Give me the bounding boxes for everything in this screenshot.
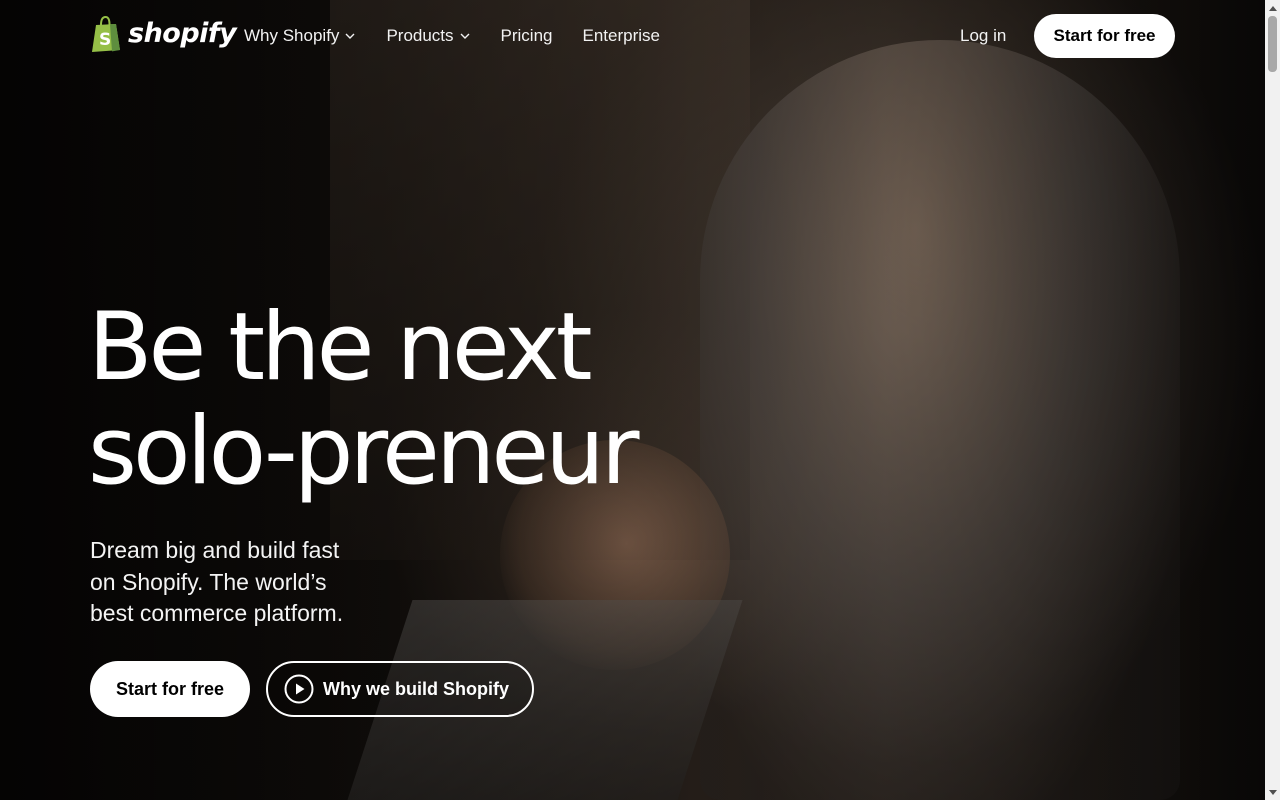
page-viewport: S shopify Why Shopify Products Pricing E… xyxy=(0,0,1265,800)
main-nav: Why Shopify Products Pricing Enterprise xyxy=(244,22,660,50)
nav-pricing[interactable]: Pricing xyxy=(501,22,553,50)
hero-start-free-button[interactable]: Start for free xyxy=(90,661,250,717)
chevron-down-icon xyxy=(460,33,470,39)
play-icon xyxy=(284,674,314,704)
shopify-bag-icon: S xyxy=(92,16,120,52)
shopify-logo[interactable]: S shopify xyxy=(90,16,237,52)
why-we-build-label: Why we build Shopify xyxy=(323,678,509,699)
nav-label: Why Shopify xyxy=(244,26,340,45)
logo-bag-letter: S xyxy=(99,30,111,50)
scroll-down-arrow-icon[interactable] xyxy=(1265,785,1280,800)
scroll-up-arrow-icon[interactable] xyxy=(1265,0,1280,15)
header-start-free-button[interactable]: Start for free xyxy=(1034,14,1175,58)
site-header: S shopify Why Shopify Products Pricing E… xyxy=(0,0,1265,72)
scrollbar-thumb[interactable] xyxy=(1268,16,1277,72)
why-we-build-button[interactable]: Why we build Shopify xyxy=(266,661,534,717)
hero-title-line-2: solo-preneur xyxy=(88,397,639,506)
nav-products[interactable]: Products xyxy=(386,22,470,50)
nav-label: Pricing xyxy=(500,26,553,45)
nav-enterprise[interactable]: Enterprise xyxy=(583,22,660,50)
logo-wordmark: shopify xyxy=(128,18,237,49)
vertical-scrollbar[interactable] xyxy=(1265,0,1280,800)
chevron-down-icon xyxy=(345,33,355,39)
nav-why-shopify[interactable]: Why Shopify xyxy=(244,22,356,50)
nav-label: Products xyxy=(386,26,454,45)
login-link[interactable]: Log in xyxy=(960,22,1006,50)
hero-title-line-1: Be the next xyxy=(88,293,593,402)
nav-label: Enterprise xyxy=(582,26,660,45)
hero-subtitle: Dream big and build fast on Shopify. The… xyxy=(90,537,344,626)
hero-title: Be the next solo-preneur xyxy=(88,296,708,504)
